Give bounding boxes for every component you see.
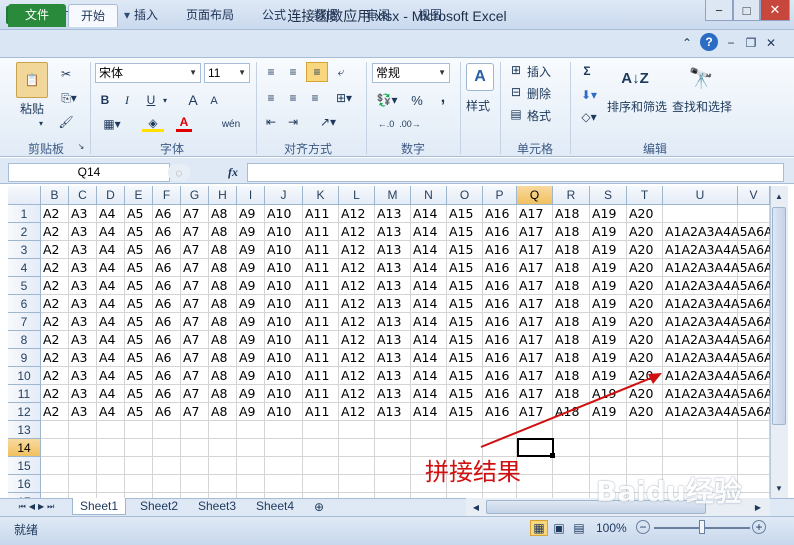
watermark: Baidu经验 (596, 475, 742, 508)
annotation-arrow (480, 373, 662, 448)
annotation-label: 拼接结果 (425, 458, 521, 486)
annotation-arrow-line (480, 375, 657, 448)
